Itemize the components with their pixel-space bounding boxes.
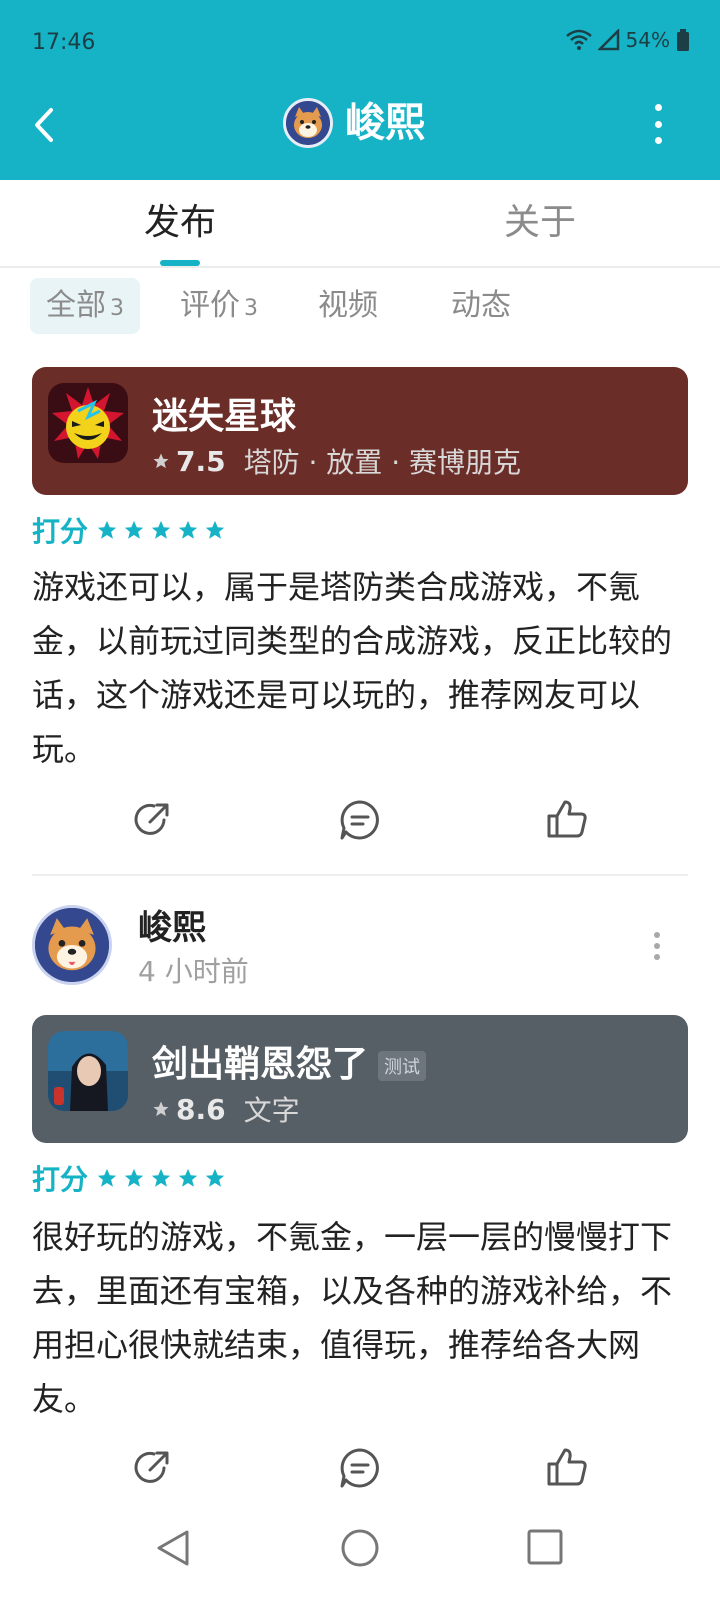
filter-tab-videos[interactable]: 视频 bbox=[302, 278, 394, 334]
star-icon bbox=[178, 520, 198, 539]
more-dot-icon bbox=[654, 954, 660, 960]
share-icon bbox=[134, 1451, 169, 1483]
status-time: 17:46 bbox=[32, 30, 96, 55]
game-name: 剑出鞘恩怨了 bbox=[152, 1044, 369, 1085]
filter-tab-count: 3 bbox=[110, 296, 124, 321]
star-icon bbox=[124, 520, 144, 539]
app-header: 17:46 54% 峻熙 bbox=[0, 0, 720, 180]
game-meta: 8.6 文字 bbox=[152, 1089, 300, 1129]
star-icon bbox=[97, 520, 117, 539]
main-tabs: 发布 关于 bbox=[0, 180, 720, 268]
game-card[interactable]: 剑出鞘恩怨了 测试 8.6 文字 bbox=[32, 1015, 688, 1143]
star-icon bbox=[205, 1168, 225, 1187]
game-tags: 塔防 · 放置 · 赛博朋克 bbox=[243, 446, 522, 479]
star-icon bbox=[153, 453, 169, 469]
more-dot-icon bbox=[654, 932, 660, 938]
post-divider bbox=[32, 874, 688, 876]
like-button[interactable] bbox=[545, 1446, 589, 1490]
game-portrait-icon bbox=[48, 1031, 128, 1111]
tab-indicator bbox=[160, 260, 200, 266]
review-text: 游戏还可以，属于是塔防类合成游戏，不氪金，以前玩过同类型的合成游戏，反正比较的话… bbox=[32, 568, 673, 768]
star-icon bbox=[151, 520, 171, 539]
signal-icon bbox=[597, 29, 619, 51]
review-text: 很好玩的游戏，不氪金，一层一层的慢慢打下去，里面还有宝箱，以及各种的游戏补给，不… bbox=[32, 1218, 673, 1418]
author-name[interactable]: 峻熙 bbox=[138, 900, 206, 949]
star-icon bbox=[178, 1168, 198, 1187]
share-button[interactable] bbox=[130, 798, 174, 842]
filter-tab-count: 3 bbox=[244, 296, 258, 321]
more-dot-icon bbox=[654, 104, 662, 111]
star-rating bbox=[96, 1167, 226, 1189]
nav-back-icon[interactable] bbox=[155, 1528, 191, 1568]
battery-text: 54% bbox=[625, 28, 670, 52]
more-dot-icon bbox=[654, 120, 662, 128]
comment-button[interactable] bbox=[338, 798, 382, 842]
nav-recents-icon[interactable] bbox=[526, 1528, 564, 1566]
game-rating: 7.5 bbox=[176, 444, 226, 478]
wifi-icon bbox=[565, 29, 592, 50]
score-label: 打分 bbox=[32, 515, 89, 548]
comment-icon bbox=[340, 1448, 379, 1488]
post-more-button[interactable] bbox=[654, 932, 662, 960]
game-rating: 8.6 bbox=[176, 1092, 226, 1126]
game-emblem-icon bbox=[48, 383, 128, 463]
comment-button[interactable] bbox=[338, 1446, 382, 1490]
thumbs-up-icon bbox=[547, 800, 587, 838]
star-icon bbox=[124, 1168, 144, 1187]
game-icon bbox=[48, 383, 128, 463]
game-name: 迷失星球 bbox=[152, 396, 297, 437]
filter-tab-reviews[interactable]: 评价 3 bbox=[164, 278, 274, 334]
post-time: 4 小时前 bbox=[138, 955, 249, 988]
battery-icon bbox=[677, 29, 689, 51]
back-button[interactable] bbox=[24, 100, 64, 150]
star-icon bbox=[153, 1101, 169, 1117]
share-button[interactable] bbox=[130, 1446, 174, 1490]
more-dot-icon bbox=[654, 943, 660, 949]
score-row: 打分 bbox=[32, 510, 226, 550]
filter-tab-all[interactable]: 全部 3 bbox=[30, 278, 140, 334]
score-row: 打分 bbox=[32, 1158, 226, 1198]
filter-tab-label: 全部 bbox=[46, 288, 106, 323]
tab-publish[interactable]: 发布 bbox=[144, 198, 216, 248]
tab-about[interactable]: 关于 bbox=[504, 198, 576, 248]
game-icon bbox=[48, 1031, 128, 1111]
share-icon bbox=[134, 803, 169, 835]
star-icon bbox=[97, 1168, 117, 1187]
filter-tab-activity[interactable]: 动态 bbox=[435, 278, 527, 334]
header-avatar[interactable] bbox=[283, 98, 333, 148]
author-avatar[interactable] bbox=[32, 905, 112, 985]
shiba-avatar-icon bbox=[35, 908, 109, 982]
system-nav-bar bbox=[0, 1500, 720, 1600]
comment-icon bbox=[340, 800, 379, 840]
star-rating bbox=[96, 519, 226, 541]
test-badge: 测试 bbox=[378, 1051, 427, 1081]
status-icons: 54% bbox=[565, 28, 690, 52]
chevron-left-icon bbox=[35, 108, 53, 142]
score-label: 打分 bbox=[32, 1163, 89, 1196]
game-tags: 文字 bbox=[243, 1094, 300, 1127]
game-name-row: 剑出鞘恩怨了 测试 bbox=[152, 1035, 427, 1087]
thumbs-up-icon bbox=[547, 1448, 587, 1486]
nav-home-icon[interactable] bbox=[340, 1528, 380, 1568]
filter-tab-label: 评价 bbox=[180, 288, 240, 323]
game-card[interactable]: 迷失星球 7.5 塔防 · 放置 · 赛博朋克 bbox=[32, 367, 688, 495]
star-icon bbox=[205, 520, 225, 539]
star-icon bbox=[151, 1168, 171, 1187]
shiba-avatar-icon bbox=[286, 101, 330, 145]
filter-tab-label: 动态 bbox=[451, 288, 511, 323]
more-options-button[interactable] bbox=[648, 104, 668, 144]
page-title: 峻熙 bbox=[345, 100, 425, 146]
more-dot-icon bbox=[654, 137, 662, 144]
game-meta: 7.5 塔防 · 放置 · 赛博朋克 bbox=[152, 441, 521, 481]
filter-tab-label: 视频 bbox=[318, 288, 378, 323]
like-button[interactable] bbox=[545, 798, 589, 842]
